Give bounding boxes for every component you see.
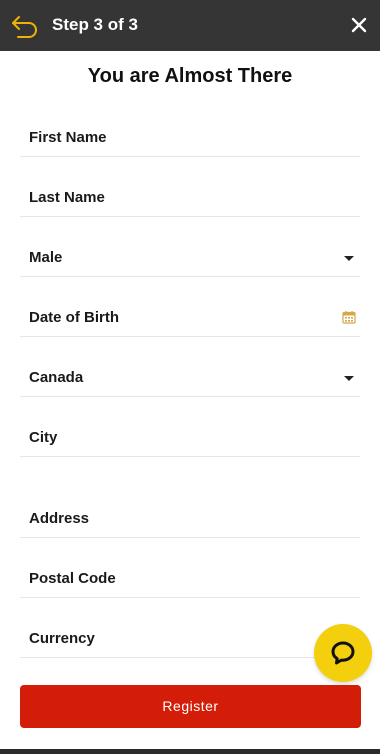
close-button[interactable] [348,14,370,36]
address-placeholder: Address [29,510,90,527]
close-icon [351,17,367,33]
address-field[interactable]: Address [20,501,360,538]
date-of-birth-field[interactable]: Date of Birth [20,300,360,337]
gender-select[interactable]: Male [20,240,360,277]
back-arrow-icon [12,16,37,38]
last-name-placeholder: Last Name [29,189,105,206]
country-select[interactable]: Canada [20,360,360,397]
bottom-bar [0,749,380,754]
chevron-down-icon [344,256,354,261]
last-name-field[interactable]: Last Name [20,180,360,217]
live-chat-button[interactable] [314,624,372,682]
page-title: You are Almost There [87,65,293,87]
city-field[interactable]: City [20,420,360,457]
date-of-birth-placeholder: Date of Birth [29,309,119,326]
calendar-icon[interactable] [342,310,356,324]
country-value: Canada [29,369,84,386]
postal-code-field[interactable]: Postal Code [20,561,360,598]
city-placeholder: City [29,429,58,446]
chat-bubble-icon [331,641,355,665]
currency-field[interactable]: Currency [20,621,360,658]
header-title: Step 3 of 3 [52,15,138,34]
first-name-field[interactable]: First Name [20,120,360,157]
back-button[interactable] [10,12,40,40]
registration-screen: Step 3 of 3 You are Almost There First N… [0,0,380,754]
register-button[interactable]: Register [20,685,361,728]
gender-value: Male [29,249,63,266]
first-name-placeholder: First Name [29,129,107,146]
chevron-down-icon [344,376,354,381]
top-header: Step 3 of 3 [0,0,380,51]
postal-code-placeholder: Postal Code [29,570,116,587]
currency-placeholder: Currency [29,630,95,647]
